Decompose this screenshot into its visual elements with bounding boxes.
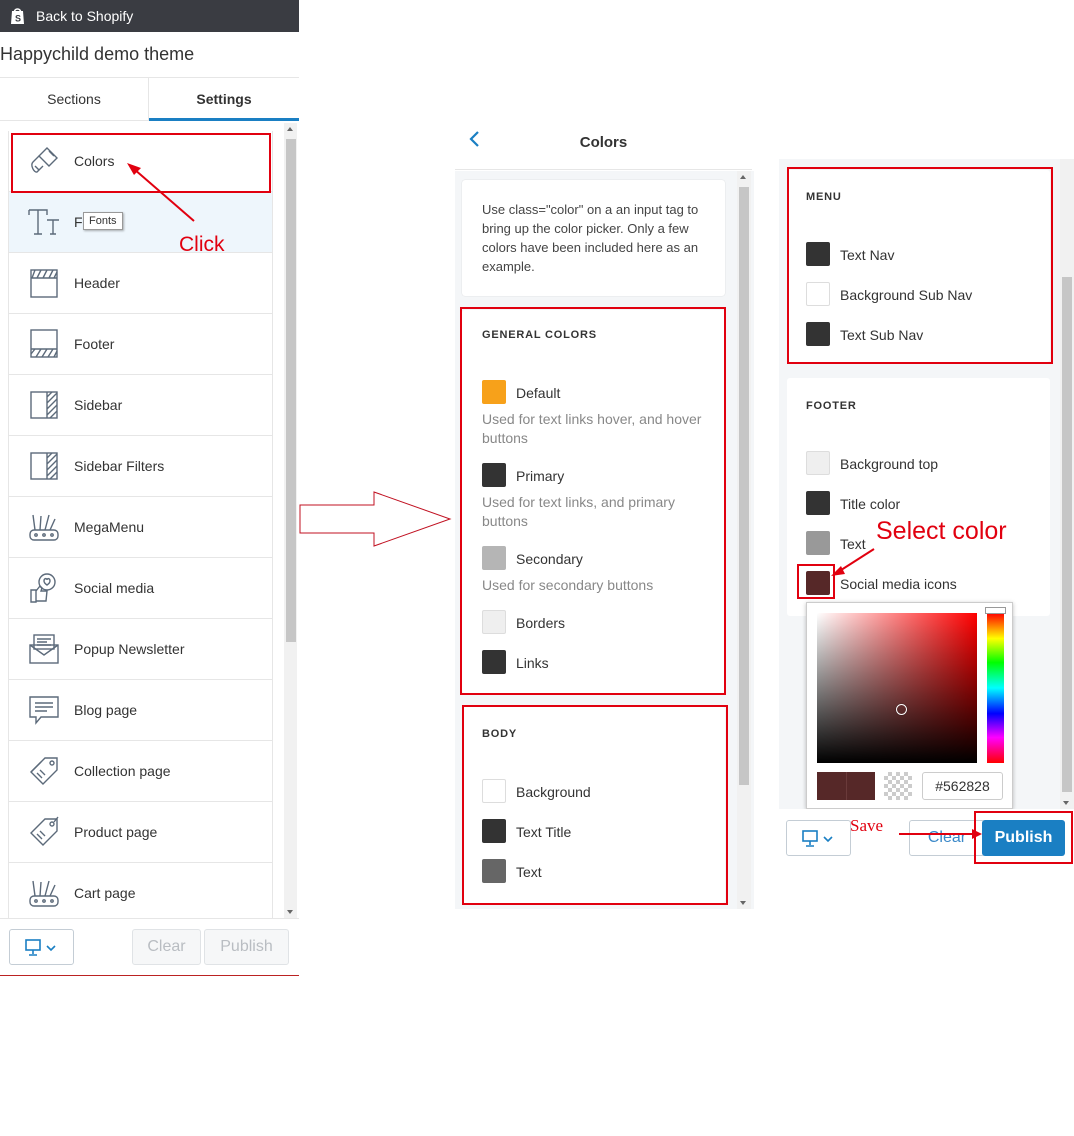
- save-arrow: [899, 829, 982, 839]
- annotation-arrows: [127, 163, 982, 839]
- step-arrow-icon: [299, 491, 452, 547]
- select-color-arrow: [831, 548, 875, 576]
- click-arrow: [127, 163, 195, 222]
